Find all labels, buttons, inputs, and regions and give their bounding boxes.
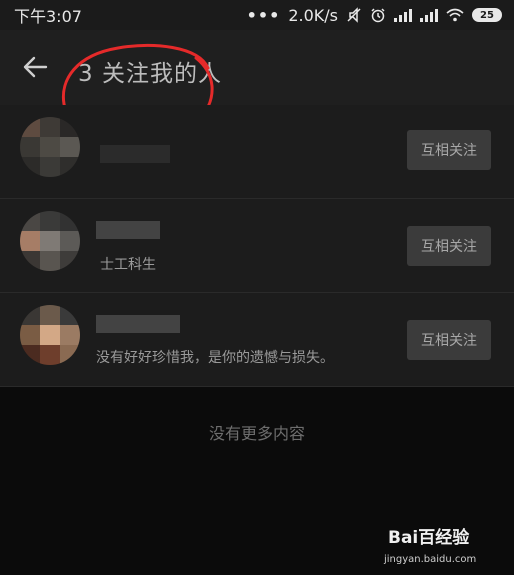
header-bar: 3 关注我的人 — [0, 30, 514, 105]
avatar[interactable] — [20, 117, 80, 177]
user-bio: 没有好好珍惜我，是你的遗憾与损失。 — [96, 350, 334, 366]
avatar[interactable] — [20, 305, 80, 365]
baidu-jingyan-watermark: Bai百经验 jingyan.baidu.com — [384, 523, 492, 565]
follower-list: 互相关注 士工科生 互相关注 没有好好珍惜我，是你的遗憾与损失。 互相关注 — [0, 105, 514, 387]
list-item[interactable]: 互相关注 — [0, 105, 514, 199]
signal-icon-2 — [420, 8, 438, 22]
watermark-brand: Bai百经验 — [388, 528, 470, 548]
status-bar: 下午3:07 ••• 2.0K/s 25 — [0, 0, 514, 30]
status-icons: ••• 2.0K/s 25 — [247, 6, 502, 25]
username-blurred — [96, 315, 180, 333]
no-more-content: 没有更多内容 — [208, 424, 305, 443]
battery-icon: 25 — [472, 8, 502, 22]
page-title: 3 关注我的人 — [78, 61, 222, 87]
watermark-url: jingyan.baidu.com — [384, 554, 477, 565]
list-item[interactable]: 士工科生 互相关注 — [0, 199, 514, 293]
alarm-icon — [371, 8, 385, 23]
network-speed: 2.0K/s — [288, 5, 338, 25]
username-blurred — [96, 221, 160, 239]
mutual-follow-button[interactable]: 互相关注 — [407, 130, 491, 170]
status-time: 下午3:07 — [14, 7, 82, 26]
mutual-follow-button[interactable]: 互相关注 — [407, 320, 491, 360]
wifi-icon — [446, 8, 464, 22]
notification-dots: ••• — [246, 5, 281, 25]
back-arrow-icon[interactable] — [22, 55, 48, 79]
mutual-follow-button[interactable]: 互相关注 — [407, 226, 491, 266]
user-bio: 士工科生 — [100, 257, 156, 273]
list-item[interactable]: 没有好好珍惜我，是你的遗憾与损失。 互相关注 — [0, 293, 514, 387]
username-blurred — [100, 145, 170, 163]
avatar[interactable] — [20, 211, 80, 271]
mute-icon — [347, 7, 361, 23]
signal-icon — [394, 8, 412, 22]
